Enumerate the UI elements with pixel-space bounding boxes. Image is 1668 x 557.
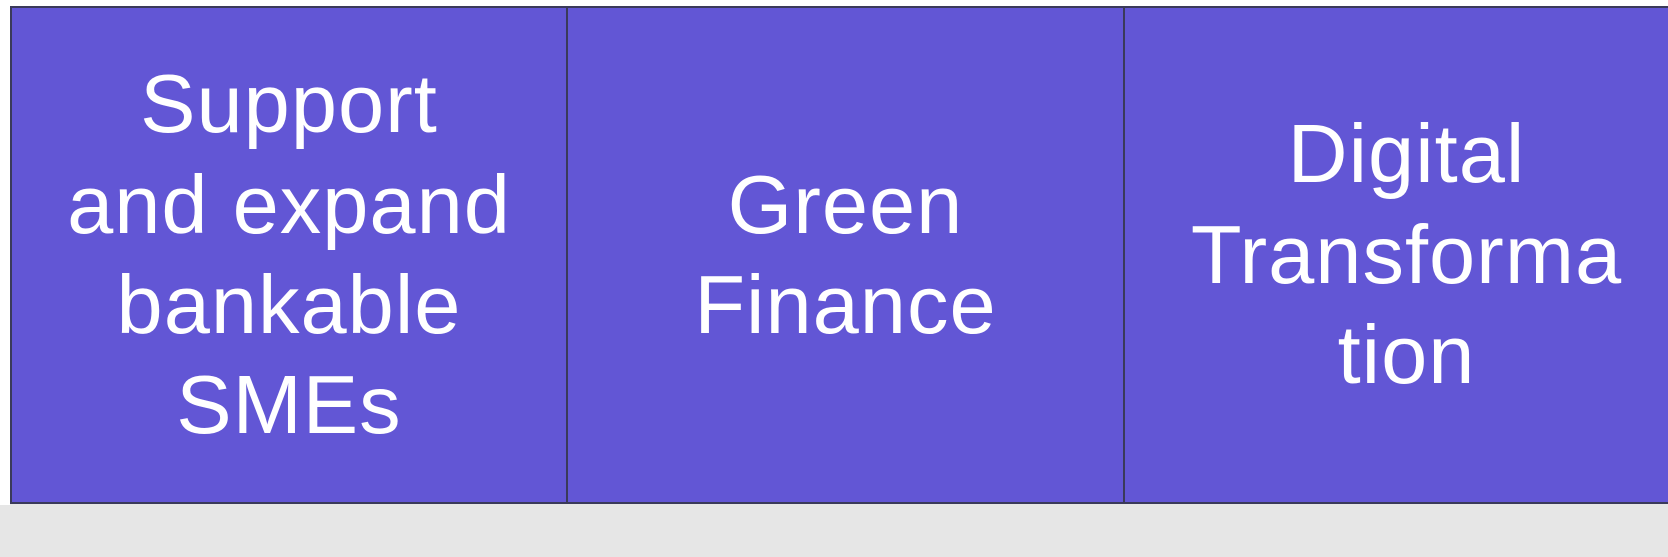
pillar-label-digital-transformation: Digital Transforma tion [1190, 107, 1623, 402]
pillar-label-smes: Support and expand bankable SMEs [67, 57, 511, 452]
pillar-row: Support and expand bankable SMEs Green F… [10, 6, 1668, 504]
pillar-box-digital-transformation: Digital Transforma tion [1123, 6, 1668, 504]
pillar-label-green-finance: Green Finance [694, 157, 997, 351]
pillar-box-smes: Support and expand bankable SMEs [10, 6, 568, 504]
pillar-box-green-finance: Green Finance [566, 6, 1125, 504]
left-edge [0, 0, 10, 505]
